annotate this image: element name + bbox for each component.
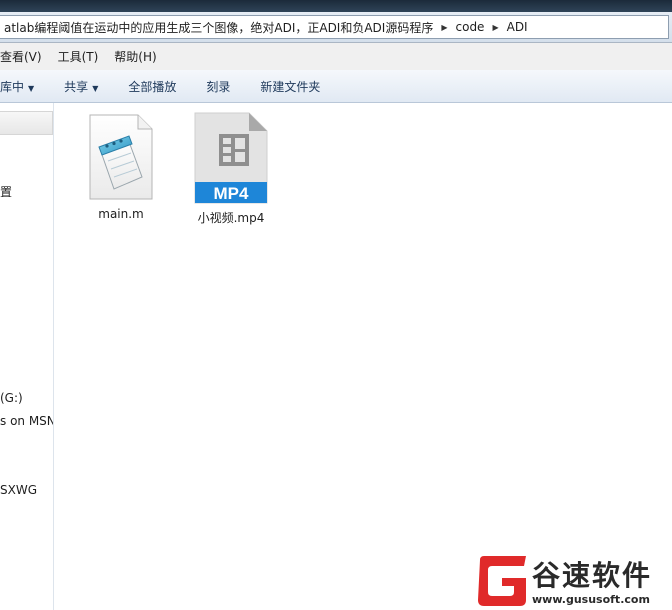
- file-item-main-m[interactable]: main.m: [73, 113, 169, 221]
- notepad-file-icon: [89, 114, 153, 200]
- file-item-mp4[interactable]: MP4 小视频.mp4: [183, 111, 279, 226]
- mp4-badge-text: MP4: [214, 184, 250, 203]
- address-bar: atlab编程阈值在运动中的应用生成三个图像，绝对ADI，正ADI和负ADI源码…: [0, 12, 672, 43]
- watermark-title: 谷速软件: [532, 559, 653, 592]
- file-name: main.m: [98, 207, 144, 221]
- new-folder-button[interactable]: 新建文件夹: [246, 78, 336, 95]
- nav-item-location[interactable]: 置: [0, 183, 12, 200]
- breadcrumb-item-adi[interactable]: ADI: [503, 20, 532, 34]
- menu-tools[interactable]: 工具(T): [50, 48, 107, 65]
- share-label: 共享: [64, 79, 89, 94]
- file-name: 小视频.mp4: [197, 211, 265, 225]
- nav-item-drive-g[interactable]: (G:): [0, 391, 23, 405]
- gususoft-logo-icon: [478, 556, 526, 606]
- burn-button[interactable]: 刻录: [192, 78, 246, 95]
- watermark: 谷速软件 www.gususoft.com: [472, 552, 672, 610]
- navigation-pane[interactable]: 置 (G:) s on MSN SXWG: [0, 103, 54, 610]
- play-all-button[interactable]: 全部播放: [114, 78, 192, 95]
- include-in-library-button[interactable]: 库中 ▼: [0, 78, 50, 95]
- breadcrumb-item-code[interactable]: code: [452, 20, 489, 34]
- chevron-down-icon: ▼: [92, 83, 99, 93]
- breadcrumb-separator-icon[interactable]: ▶: [437, 23, 451, 32]
- command-bar: 库中 ▼ 共享 ▼ 全部播放 刻录 新建文件夹: [0, 70, 672, 103]
- menu-help[interactable]: 帮助(H): [106, 48, 164, 65]
- nav-item-msn[interactable]: s on MSN: [0, 414, 53, 428]
- file-list-area[interactable]: main.m MP4 小视频.mp4: [54, 103, 672, 610]
- menu-view[interactable]: 查看(V): [0, 48, 50, 65]
- nav-pane-header: [0, 111, 53, 135]
- breadcrumb[interactable]: atlab编程阈值在运动中的应用生成三个图像，绝对ADI，正ADI和负ADI源码…: [0, 15, 669, 39]
- chevron-down-icon: ▼: [28, 83, 35, 93]
- include-in-library-label: 库中: [0, 79, 25, 94]
- breadcrumb-item-folder[interactable]: atlab编程阈值在运动中的应用生成三个图像，绝对ADI，正ADI和负ADI源码…: [0, 19, 437, 36]
- nav-item-sxwg[interactable]: SXWG: [0, 483, 37, 497]
- menu-bar: 查看(V) 工具(T) 帮助(H): [0, 43, 672, 70]
- share-button[interactable]: 共享 ▼: [50, 78, 114, 95]
- mp4-video-icon: MP4: [194, 112, 268, 204]
- breadcrumb-separator-icon[interactable]: ▶: [488, 23, 502, 32]
- window-title-bar: [0, 0, 672, 12]
- watermark-url: www.gususoft.com: [532, 593, 650, 606]
